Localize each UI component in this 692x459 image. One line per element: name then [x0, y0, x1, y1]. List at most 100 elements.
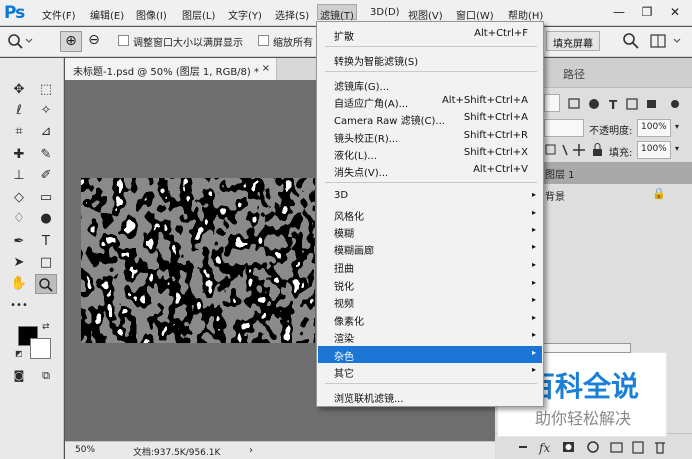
tab-paths[interactable]: 路径 [563, 66, 585, 82]
menu-item-camera-raw[interactable]: Camera Raw 滤镜(C)... Shift+Ctrl+A [318, 110, 542, 127]
menu-select[interactable]: 选择(S) [273, 6, 311, 22]
workspace-switcher[interactable] [648, 32, 688, 50]
blend-mode-select[interactable] [544, 119, 584, 137]
menu-item-label: 3D [334, 190, 349, 201]
zoom-out-button[interactable]: ⊖ [84, 31, 104, 52]
lock-icons[interactable] [545, 143, 605, 157]
menu-item-stylize[interactable]: 风格化 ▸ [318, 206, 542, 223]
menu-item-render[interactable]: 渲染 ▸ [318, 328, 542, 345]
ps-logo: Ps [4, 3, 25, 23]
lasso-tool-icon[interactable]: ℓ [8, 101, 30, 121]
close-button[interactable]: ✕ [664, 3, 686, 21]
menu-file[interactable]: 文件(F) [40, 6, 78, 22]
path-selection-tool-icon[interactable]: ➤ [8, 253, 30, 273]
layer-action-icons[interactable]: fx [515, 439, 685, 455]
zoom-all-checkbox[interactable] [258, 35, 269, 46]
document-tab[interactable]: 未标题-1.psd @ 50% (图层 1, RGB/8) * × [65, 58, 277, 80]
submenu-arrow-icon: ▸ [531, 278, 536, 287]
menu-item-3d[interactable]: 3D ▸ [318, 188, 542, 205]
menu-item-browse-online-filters[interactable]: 浏览联机滤镜... [318, 388, 542, 405]
menu-item-label: 视频 [334, 299, 354, 310]
zoom-tool-preset[interactable] [6, 32, 34, 52]
menu-item-liquify[interactable]: 液化(L)... Shift+Ctrl+X [318, 145, 542, 162]
menu-item-convert-smart-filters[interactable]: 转换为智能滤镜(S) [318, 51, 542, 68]
menu-item-pixelate[interactable]: 像素化 ▸ [318, 311, 542, 328]
menu-item-vanishing-point[interactable]: 消失点(V)... Alt+Ctrl+V [318, 162, 542, 179]
minimize-button[interactable]: — [608, 3, 630, 21]
menu-item-lens-correction[interactable]: 镜头校正(R)... Shift+Ctrl+R [318, 128, 542, 145]
document-info: 文档:937.5K/956.1K [133, 448, 221, 458]
submenu-arrow-icon: ▸ [531, 295, 536, 304]
clone-stamp-tool-icon[interactable]: ⊥ [8, 166, 30, 186]
rectangle-tool-icon[interactable]: □ [35, 253, 57, 273]
screen-mode-icon[interactable]: ⧉ [35, 366, 57, 386]
type-tool-icon[interactable]: T [35, 232, 57, 252]
menu-filter[interactable]: 滤镜(T) [317, 4, 357, 22]
menu-item-adaptive-wide-angle[interactable]: 自适应广角(A)... Alt+Shift+Ctrl+A [318, 93, 542, 110]
move-tool-icon[interactable]: ✥ [8, 80, 30, 100]
tools-panel: ✥ ⬚ ℓ ✧ ⌗ ⊿ ✚ ✎ ⊥ ✐ ◇ ▭ ♢ ● ✒ T ➤ □ ✋ ••… [0, 58, 64, 459]
menu-item-noise[interactable]: 杂色 ▸ [318, 346, 542, 363]
magic-wand-tool-icon[interactable]: ✧ [35, 101, 57, 121]
menu-item-shortcut: Alt+Ctrl+V [473, 164, 528, 175]
layer-kind-select[interactable] [544, 94, 560, 112]
menu-edit[interactable]: 编辑(E) [88, 6, 126, 22]
hand-tool-icon[interactable]: ✋ [8, 274, 30, 294]
pen-tool-icon[interactable]: ✒ [8, 232, 30, 252]
healing-brush-tool-icon[interactable]: ✚ [8, 145, 30, 165]
menu-item-other[interactable]: 其它 ▸ [318, 363, 542, 380]
menu-view[interactable]: 视图(V) [406, 6, 445, 22]
zoom-level[interactable]: 50% [75, 445, 95, 455]
menu-separator [325, 71, 537, 72]
opacity-dropdown-icon[interactable]: ▾ [675, 122, 679, 131]
restore-button[interactable]: ❐ [636, 3, 658, 21]
menu-separator [325, 182, 537, 183]
status-menu-arrow-icon[interactable]: › [249, 445, 253, 456]
menu-item-sharpen[interactable]: 锐化 ▸ [318, 276, 542, 293]
menu-help[interactable]: 帮助(H) [506, 6, 545, 22]
fill-screen-button[interactable]: 填充屏幕 [546, 31, 600, 51]
dodge-tool-icon[interactable]: ● [35, 209, 57, 229]
blur-tool-icon[interactable]: ♢ [8, 209, 30, 229]
menu-item-distort[interactable]: 扭曲 ▸ [318, 258, 542, 275]
brush-tool-icon[interactable]: ✎ [35, 145, 57, 165]
zoom-in-button[interactable]: ⊕ [60, 31, 82, 52]
close-tab-icon[interactable]: × [262, 63, 270, 74]
watermark-subtitle: 助你轻松解决 [534, 409, 631, 428]
menu-layer[interactable]: 图层(L) [180, 6, 217, 22]
menu-3d[interactable]: 3D(D) [368, 6, 402, 22]
menu-window[interactable]: 窗口(W) [454, 6, 496, 22]
crop-tool-icon[interactable]: ⌗ [8, 122, 30, 142]
menu-item-diffuse[interactable]: 扩散 Alt+Ctrl+F [318, 26, 542, 43]
menu-item-video[interactable]: 视频 ▸ [318, 293, 542, 310]
quick-mask-icon[interactable]: ◙ [8, 366, 30, 386]
menu-item-label: 扩散 [334, 32, 354, 43]
menu-item-label: 模糊画廊 [334, 246, 374, 257]
swap-colors-icon[interactable]: ⇄ [42, 322, 50, 332]
fill-dropdown-icon[interactable]: ▾ [675, 144, 679, 153]
opacity-input[interactable]: 100% [637, 119, 671, 137]
menu-item-blur[interactable]: 模糊 ▸ [318, 223, 542, 240]
gradient-tool-icon[interactable]: ▭ [35, 188, 57, 208]
menu-image[interactable]: 图像(I) [134, 6, 169, 22]
layer-filter-icons[interactable]: T [567, 96, 687, 112]
fill-input[interactable]: 100% [637, 141, 671, 159]
menu-type[interactable]: 文字(Y) [226, 6, 264, 22]
menu-item-label: 杂色 [334, 352, 354, 363]
menu-item-filter-gallery[interactable]: 滤镜库(G)... [318, 76, 542, 93]
history-brush-tool-icon[interactable]: ✐ [35, 166, 57, 186]
resize-windows-checkbox[interactable] [118, 35, 129, 46]
menu-item-blur-gallery[interactable]: 模糊画廊 ▸ [318, 240, 542, 257]
default-colors-icon[interactable]: ◩ [15, 349, 23, 358]
marquee-tool-icon[interactable]: ⬚ [35, 80, 57, 100]
noise-submenu [541, 343, 631, 353]
search-icon[interactable] [622, 32, 640, 50]
menu-item-label: Camera Raw 滤镜(C)... [334, 116, 445, 127]
menu-item-label: 镜头校正(R)... [334, 134, 399, 145]
zoom-tool-icon[interactable] [35, 274, 57, 294]
background-color-swatch[interactable] [30, 338, 51, 359]
more-tools-icon[interactable]: ••• [8, 296, 30, 316]
document-canvas[interactable] [81, 178, 315, 343]
eyedropper-tool-icon[interactable]: ⊿ [35, 122, 57, 142]
eraser-tool-icon[interactable]: ◇ [8, 188, 30, 208]
